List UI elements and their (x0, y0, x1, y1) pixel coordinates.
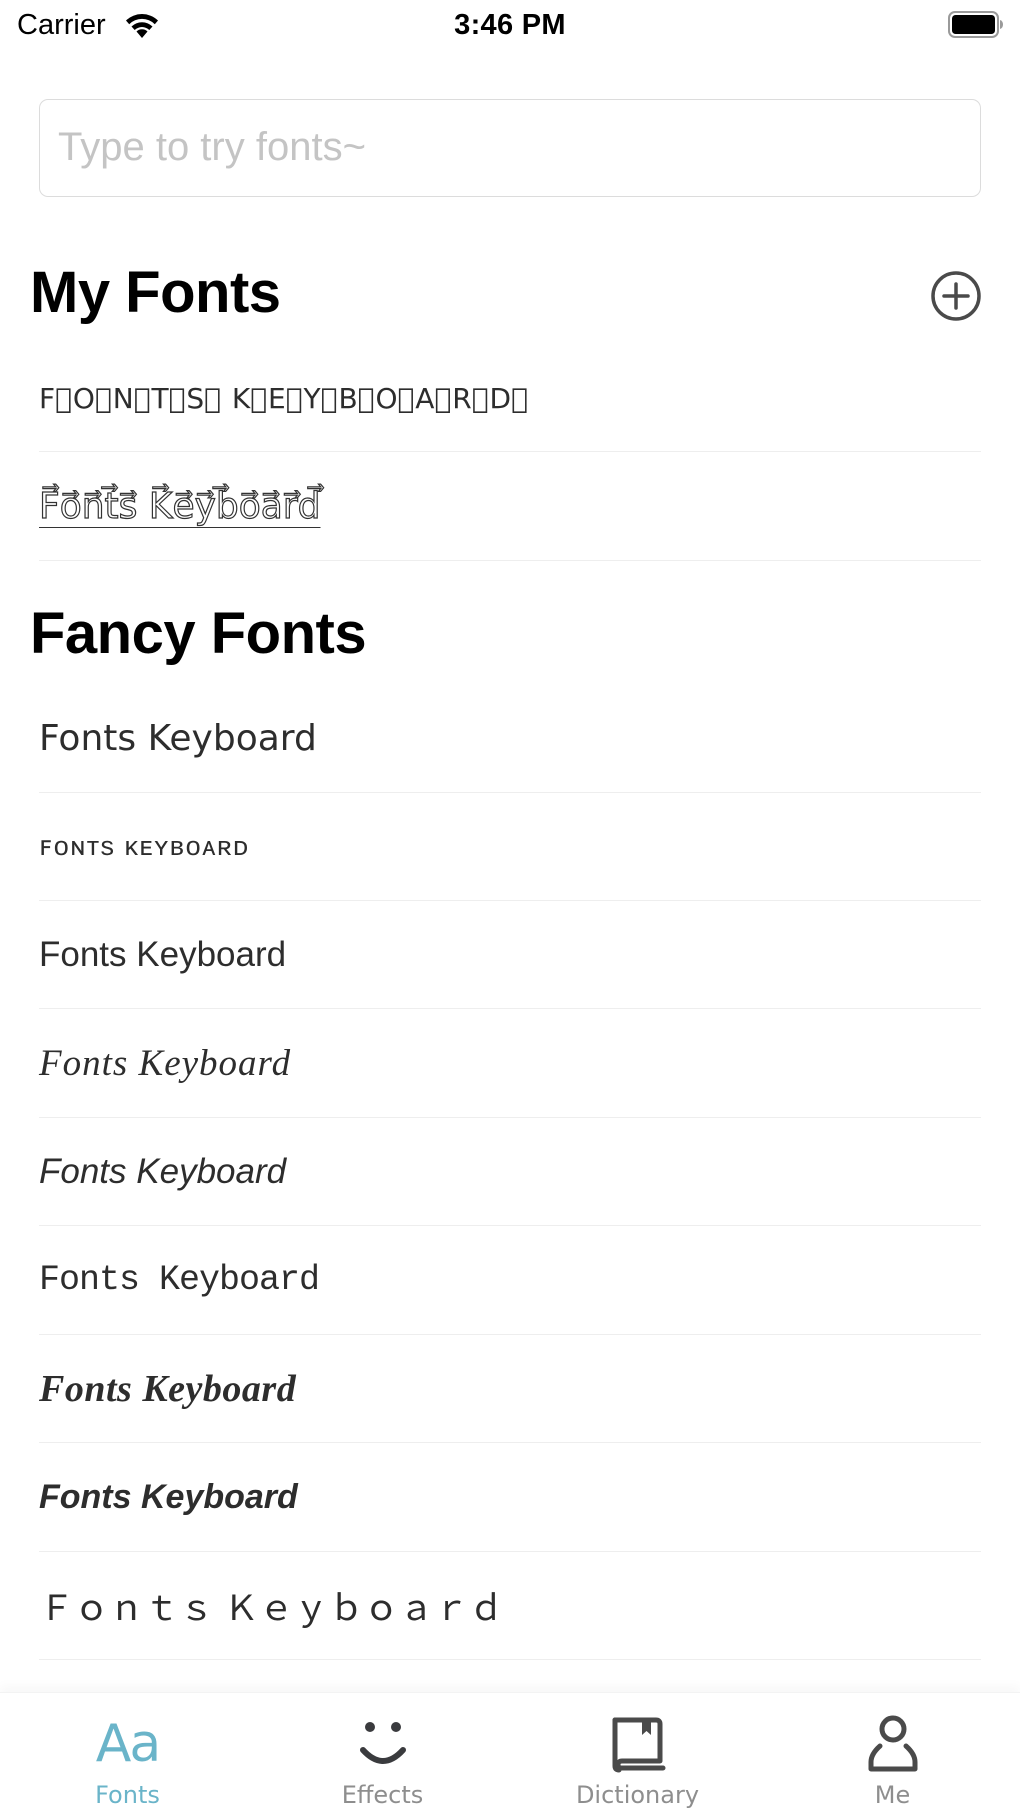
my-fonts-heading: My Fonts (30, 260, 281, 325)
smiley-icon (351, 1713, 415, 1775)
fancy-font-row[interactable]: Fonts Keyboard (39, 1226, 981, 1335)
font-preview: Fonts Keyboard (39, 1042, 292, 1084)
fancy-fonts-heading: Fancy Fonts (30, 601, 367, 666)
tab-me[interactable]: Me (765, 1693, 1020, 1813)
tab-label: Fonts (95, 1781, 160, 1809)
person-icon (861, 1713, 925, 1775)
fancy-font-row[interactable]: ꜰᴏɴᴛs ᴋᴇʏʙᴏᴀʀᴅ (39, 793, 981, 901)
font-preview: Fonts Keyboard (39, 934, 287, 974)
clock: 3:46 PM (454, 9, 566, 41)
fancy-font-row[interactable]: Fonts Keyboard (39, 1009, 981, 1118)
tab-fonts[interactable]: Aa Fonts (0, 1693, 255, 1813)
fancy-font-row[interactable]: Fonts Keyboard (39, 684, 981, 793)
font-preview: Fonts Keyboard (39, 1260, 320, 1300)
font-preview: F⃗o⃗n⃗t⃗s⃗ K⃗e⃗y⃗b⃗o⃗a⃗r⃗d⃗ (38, 485, 321, 527)
fancy-font-row[interactable]: Fonts Keyboard (39, 1118, 981, 1226)
font-preview: ꜰᴏɴᴛs ᴋᴇʏʙᴏᴀʀᴅ (39, 831, 250, 861)
status-bar: Carrier 3:46 PM (0, 0, 1020, 52)
tab-label: Dictionary (575, 1781, 700, 1809)
fancy-font-row[interactable]: Fonts Keyboard (39, 901, 981, 1009)
font-preview: Fonts Keyboard (39, 1367, 297, 1410)
my-font-row[interactable]: F⃗o⃗n⃗t⃗s⃗ K⃗e⃗y⃗b⃗o⃗a⃗r⃗d⃗ (38, 452, 981, 561)
aa-icon: Aa (95, 1714, 161, 1774)
tab-dictionary[interactable]: Dictionary (510, 1693, 765, 1813)
add-font-button[interactable] (930, 270, 982, 322)
font-preview: Fonts Keyboard (39, 1477, 298, 1516)
fancy-font-row[interactable]: Ｆｏｎｔｓ Ｋｅｙｂｏａｒｄ (39, 1552, 981, 1660)
try-fonts-search-box[interactable] (39, 99, 981, 197)
tab-label: Effects (341, 1781, 424, 1809)
font-preview: Fonts Keyboard (39, 717, 317, 759)
tab-effects[interactable]: Effects (255, 1693, 510, 1813)
tab-bar: Aa Fonts Effects Dictionary Me (0, 1692, 1020, 1813)
font-preview: F⃣O⃣N⃣T⃣S⃣ K⃣E⃣Y⃣B⃣O⃣A⃣R⃣D⃣ (39, 381, 529, 415)
battery-icon (948, 11, 1003, 38)
fancy-font-row[interactable]: Fonts Keyboard (39, 1443, 981, 1552)
fancy-font-row[interactable]: Fonts Keyboard (39, 1335, 981, 1443)
my-font-row[interactable]: F⃣O⃣N⃣T⃣S⃣ K⃣E⃣Y⃣B⃣O⃣A⃣R⃣D⃣ (39, 345, 981, 452)
font-preview: Ｆｏｎｔｓ Ｋｅｙｂｏａｒｄ (39, 1589, 504, 1628)
font-preview: Fonts Keyboard (39, 1151, 287, 1191)
tab-label: Me (874, 1781, 911, 1809)
try-fonts-input[interactable] (58, 100, 958, 195)
plus-circle-icon (931, 271, 981, 321)
book-icon (606, 1713, 670, 1775)
